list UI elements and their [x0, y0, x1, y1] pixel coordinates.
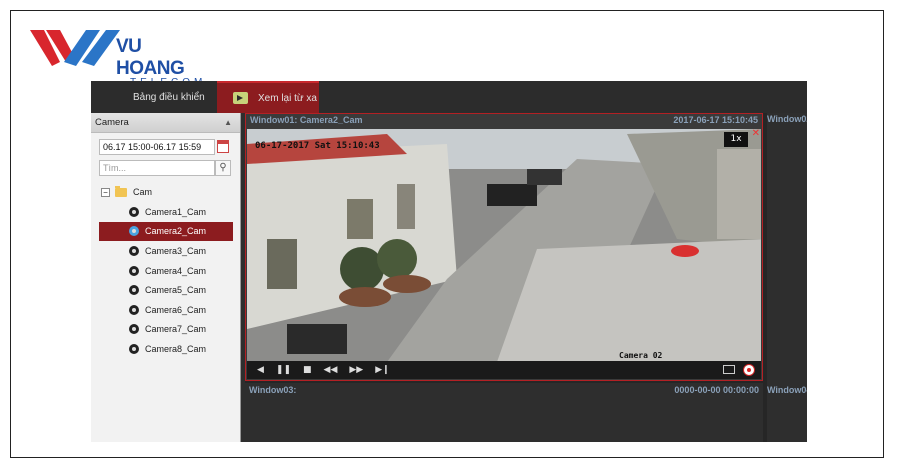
- tree-root-cam[interactable]: − Cam: [91, 182, 241, 202]
- camera-item-3[interactable]: Camera3_Cam: [91, 241, 241, 261]
- camera-item-5[interactable]: Camera5_Cam: [91, 280, 241, 300]
- window-2-title[interactable]: Window02: [767, 114, 807, 128]
- camera-item-2-selected[interactable]: Camera2_Cam: [99, 221, 233, 242]
- camera-item-8[interactable]: Camera8_Cam: [91, 339, 241, 359]
- camera-item-6[interactable]: Camera6_Cam: [91, 300, 241, 320]
- collapse-icon[interactable]: −: [101, 187, 110, 197]
- osd-timestamp: 06-17-2017 Sat 15:10:43: [255, 141, 380, 151]
- single-frame-icon[interactable]: ▶❙: [375, 365, 389, 375]
- camera-icon: [129, 206, 139, 217]
- vu-hoang-logo: VU HOANG TELECOM: [30, 26, 210, 88]
- camera-icon: [129, 304, 139, 315]
- camera-panel: Camera ▲ 06.17 15:00-06.17 15:59 Tìm... …: [91, 113, 241, 442]
- grid-icon: [107, 91, 123, 103]
- camera-feed-image: 06-17-2017 Sat 15:10:43 Camera 02: [247, 129, 761, 362]
- playback-controls: ◀ ❚❚ ■ ◀◀ ▶▶ ▶❙: [247, 361, 761, 379]
- date-range-field[interactable]: 06.17 15:00-06.17 15:59: [99, 139, 215, 155]
- stop-icon[interactable]: ■: [303, 365, 312, 375]
- camera-label: Camera5_Cam: [145, 285, 207, 296]
- tab-label: Bảng điều khiển: [133, 91, 205, 103]
- camera-panel-header[interactable]: Camera ▲: [91, 113, 240, 133]
- window-timestamp: 0000-00-00 00:00:00: [674, 385, 759, 395]
- pause-icon[interactable]: ❚❚: [276, 365, 291, 375]
- window-timestamp: 2017-06-17 15:10:45: [673, 115, 758, 125]
- snapshot-icon[interactable]: [723, 365, 735, 374]
- camera-label: Camera7_Cam: [145, 324, 207, 335]
- camera-label: Camera8_Cam: [145, 343, 207, 354]
- calendar-icon[interactable]: [217, 140, 229, 153]
- collapse-chevron-icon[interactable]: ▲: [224, 118, 232, 127]
- camera-icon: [129, 245, 139, 256]
- panel-title: Camera: [95, 117, 129, 128]
- camera-tree: − Cam Camera1_Cam Camera2_Cam Camera3_Ca…: [91, 182, 241, 359]
- speed-up-icon[interactable]: ▶▶: [349, 365, 363, 375]
- camera-icon: [129, 324, 139, 335]
- osd-camera-label: Camera 02: [619, 351, 663, 360]
- playback-speed-badge: 1x: [724, 132, 748, 147]
- video-window-3[interactable]: Window03: 0000-00-00 00:00:00: [245, 383, 763, 442]
- tab-remote-playback[interactable]: Xem lại từ xa: [217, 81, 319, 113]
- tree-root-label: Cam: [133, 187, 153, 197]
- camera-icon: [129, 343, 139, 354]
- reverse-play-icon[interactable]: ◀: [257, 365, 264, 375]
- window-title: Window03:: [249, 385, 297, 395]
- search-icon[interactable]: ⚲: [215, 160, 231, 176]
- camera-item-4[interactable]: Camera4_Cam: [91, 261, 241, 281]
- camera-search-input[interactable]: Tìm...: [99, 160, 215, 176]
- camera-label: Camera3_Cam: [145, 245, 207, 256]
- record-button[interactable]: [743, 364, 755, 376]
- logo-brand-text: VU HOANG: [116, 36, 185, 79]
- camera-item-7[interactable]: Camera7_Cam: [91, 320, 241, 340]
- logo-mark-icon: [30, 30, 120, 66]
- camera-label: Camera2_Cam: [145, 226, 207, 237]
- playback-icon: [233, 92, 248, 104]
- tab-label: Xem lại từ xa: [258, 92, 317, 104]
- main-tab-bar: Bảng điều khiển Xem lại từ xa: [91, 81, 807, 113]
- camera-icon: [129, 226, 139, 237]
- video-grid: Window01: Camera2_Cam 2017-06-17 15:10:4…: [241, 113, 807, 442]
- window-4-title[interactable]: Window04: [767, 385, 807, 399]
- slow-down-icon[interactable]: ◀◀: [324, 365, 338, 375]
- camera-label: Camera4_Cam: [145, 265, 207, 276]
- camera-icon: [129, 285, 139, 296]
- camera-label: Camera1_Cam: [145, 206, 207, 217]
- folder-icon: [115, 185, 127, 197]
- tab-control-panel[interactable]: Bảng điều khiển: [91, 81, 215, 113]
- nvr-client-app: Bảng điều khiển Xem lại từ xa Camera ▲ 0…: [91, 81, 807, 442]
- close-window-icon[interactable]: ✕: [752, 128, 760, 139]
- camera-icon: [129, 265, 139, 276]
- camera-item-1[interactable]: Camera1_Cam: [91, 202, 241, 222]
- window-title: Window01: Camera2_Cam: [250, 115, 363, 125]
- camera-label: Camera6_Cam: [145, 304, 207, 315]
- video-window-1[interactable]: Window01: Camera2_Cam 2017-06-17 15:10:4…: [245, 113, 763, 381]
